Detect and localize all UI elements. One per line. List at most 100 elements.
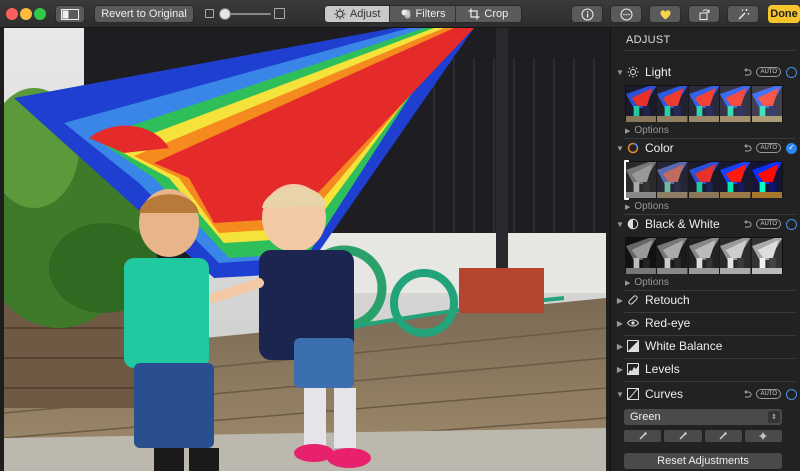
- disclosure-open-icon[interactable]: ▼: [615, 390, 625, 399]
- photo-canvas[interactable]: [4, 28, 606, 471]
- section-curves-header[interactable]: ▼ Curves AUTO: [615, 385, 799, 403]
- close-window-button[interactable]: [6, 8, 18, 20]
- disclosure-open-icon[interactable]: ▼: [615, 68, 625, 77]
- add-point-button[interactable]: [744, 430, 782, 442]
- thumbnail[interactable]: [720, 162, 752, 198]
- rotate-icon: [699, 8, 709, 20]
- auto-button[interactable]: AUTO: [756, 67, 781, 77]
- tool-white-balance-label: White Balance: [645, 339, 723, 353]
- undo-icon[interactable]: [742, 143, 752, 153]
- disclosure-open-icon[interactable]: ▼: [615, 144, 625, 153]
- minimize-window-button[interactable]: [20, 8, 32, 20]
- bw-options-toggle[interactable]: ▶ Options: [625, 277, 669, 288]
- tab-adjust-label: Adjust: [349, 8, 381, 20]
- mid-point-eyedropper-button[interactable]: [664, 430, 702, 442]
- disclosure-closed-icon[interactable]: ▶: [615, 342, 625, 351]
- section-light-label: Light: [645, 65, 672, 79]
- zoom-slider-knob[interactable]: [219, 8, 231, 20]
- thumbnail[interactable]: [626, 238, 658, 274]
- disclosure-closed-icon[interactable]: ▶: [615, 296, 625, 305]
- auto-button[interactable]: AUTO: [756, 143, 781, 153]
- reset-adjustments-button[interactable]: Reset Adjustments: [624, 453, 782, 469]
- thumbnail[interactable]: [751, 162, 783, 198]
- curves-enable-toggle[interactable]: [786, 388, 797, 400]
- rotate-button[interactable]: [688, 5, 720, 23]
- thumbnail[interactable]: [688, 238, 721, 274]
- magic-wand-icon: [738, 8, 749, 19]
- thumbnail[interactable]: [626, 162, 658, 198]
- bw-thumbnail-strip[interactable]: [625, 237, 783, 274]
- curves-icon: [627, 388, 639, 400]
- tab-crop-label: Crop: [484, 8, 509, 20]
- thumbnail[interactable]: [657, 238, 689, 274]
- undo-icon[interactable]: [742, 389, 752, 399]
- white-point-eyedropper-button[interactable]: [704, 430, 742, 442]
- large-photo-icon: [274, 8, 285, 19]
- zoom-slider[interactable]: [205, 7, 285, 21]
- undo-icon[interactable]: [742, 67, 752, 77]
- thumbnail[interactable]: [688, 86, 721, 122]
- black-point-eyedropper-button[interactable]: [624, 430, 662, 442]
- color-enable-toggle[interactable]: ✓: [786, 142, 797, 154]
- section-color-header[interactable]: ▼ Color AUTO ✓: [615, 139, 799, 157]
- auto-button[interactable]: AUTO: [756, 219, 781, 229]
- curves-channel-value: Green: [630, 411, 661, 423]
- disclosure-closed-icon: ▶: [625, 279, 631, 287]
- thumbnail[interactable]: [751, 86, 783, 122]
- thumbnail[interactable]: [626, 86, 658, 122]
- divider: [623, 50, 795, 51]
- disclosure-closed-icon: ▶: [625, 127, 631, 135]
- disclosure-closed-icon[interactable]: ▶: [615, 319, 625, 328]
- sidebar-toggle-button[interactable]: [55, 5, 85, 23]
- more-options-button[interactable]: [610, 5, 642, 23]
- tab-crop[interactable]: Crop: [456, 6, 521, 22]
- thumbnail[interactable]: [657, 86, 689, 122]
- light-enable-toggle[interactable]: [786, 66, 797, 78]
- section-curves-label: Curves: [645, 387, 684, 401]
- light-thumbnail-strip[interactable]: [625, 85, 783, 122]
- thumbnail[interactable]: [720, 86, 752, 122]
- thumbnail[interactable]: [657, 162, 689, 198]
- filters-circles-icon: [401, 9, 411, 19]
- auto-enhance-button[interactable]: [727, 5, 759, 23]
- panel-title: ADJUST: [626, 34, 671, 46]
- info-icon: [581, 8, 593, 20]
- edited-photo: [4, 28, 606, 471]
- undo-icon[interactable]: [742, 219, 752, 229]
- auto-button[interactable]: AUTO: [756, 389, 781, 399]
- color-options-toggle[interactable]: ▶ Options: [625, 201, 669, 212]
- levels-icon: [627, 363, 639, 375]
- disclosure-closed-icon[interactable]: ▶: [615, 365, 625, 374]
- light-options-toggle[interactable]: ▶ Options: [625, 125, 669, 136]
- eye-icon: [627, 317, 639, 329]
- tool-retouch[interactable]: ▶ Retouch: [615, 290, 799, 310]
- thumbnail[interactable]: [720, 238, 752, 274]
- tool-white-balance[interactable]: ▶ White Balance: [615, 336, 799, 356]
- favorite-button[interactable]: [649, 5, 681, 23]
- thumbnail[interactable]: [751, 238, 783, 274]
- disclosure-open-icon[interactable]: ▼: [615, 220, 625, 229]
- tool-levels[interactable]: ▶ Levels: [615, 359, 799, 379]
- done-button[interactable]: Done: [768, 5, 800, 23]
- tool-levels-label: Levels: [645, 362, 680, 376]
- bw-enable-toggle[interactable]: [786, 218, 797, 230]
- options-label: Options: [634, 201, 669, 212]
- sun-icon: [627, 66, 639, 78]
- heart-icon: [659, 9, 671, 19]
- color-thumbnail-strip[interactable]: [624, 160, 783, 200]
- section-light-header[interactable]: ▼ Light AUTO: [615, 63, 799, 81]
- divider: [623, 381, 795, 382]
- info-button[interactable]: [571, 5, 603, 23]
- tab-filters[interactable]: Filters: [390, 6, 456, 22]
- tab-adjust[interactable]: Adjust: [325, 6, 391, 22]
- edit-mode-tabs: Adjust Filters Crop: [324, 5, 522, 23]
- curves-channel-select[interactable]: Green ⇕: [624, 409, 782, 425]
- section-bw-label: Black & White: [645, 217, 720, 231]
- fullscreen-window-button[interactable]: [34, 8, 46, 20]
- thumbnail[interactable]: [688, 162, 721, 198]
- bandage-icon: [627, 294, 639, 306]
- revert-to-original-button[interactable]: Revert to Original: [94, 5, 194, 23]
- crop-icon: [468, 8, 480, 20]
- section-bw-header[interactable]: ▼ Black & White AUTO: [615, 215, 799, 233]
- tool-red-eye[interactable]: ▶ Red-eye: [615, 313, 799, 333]
